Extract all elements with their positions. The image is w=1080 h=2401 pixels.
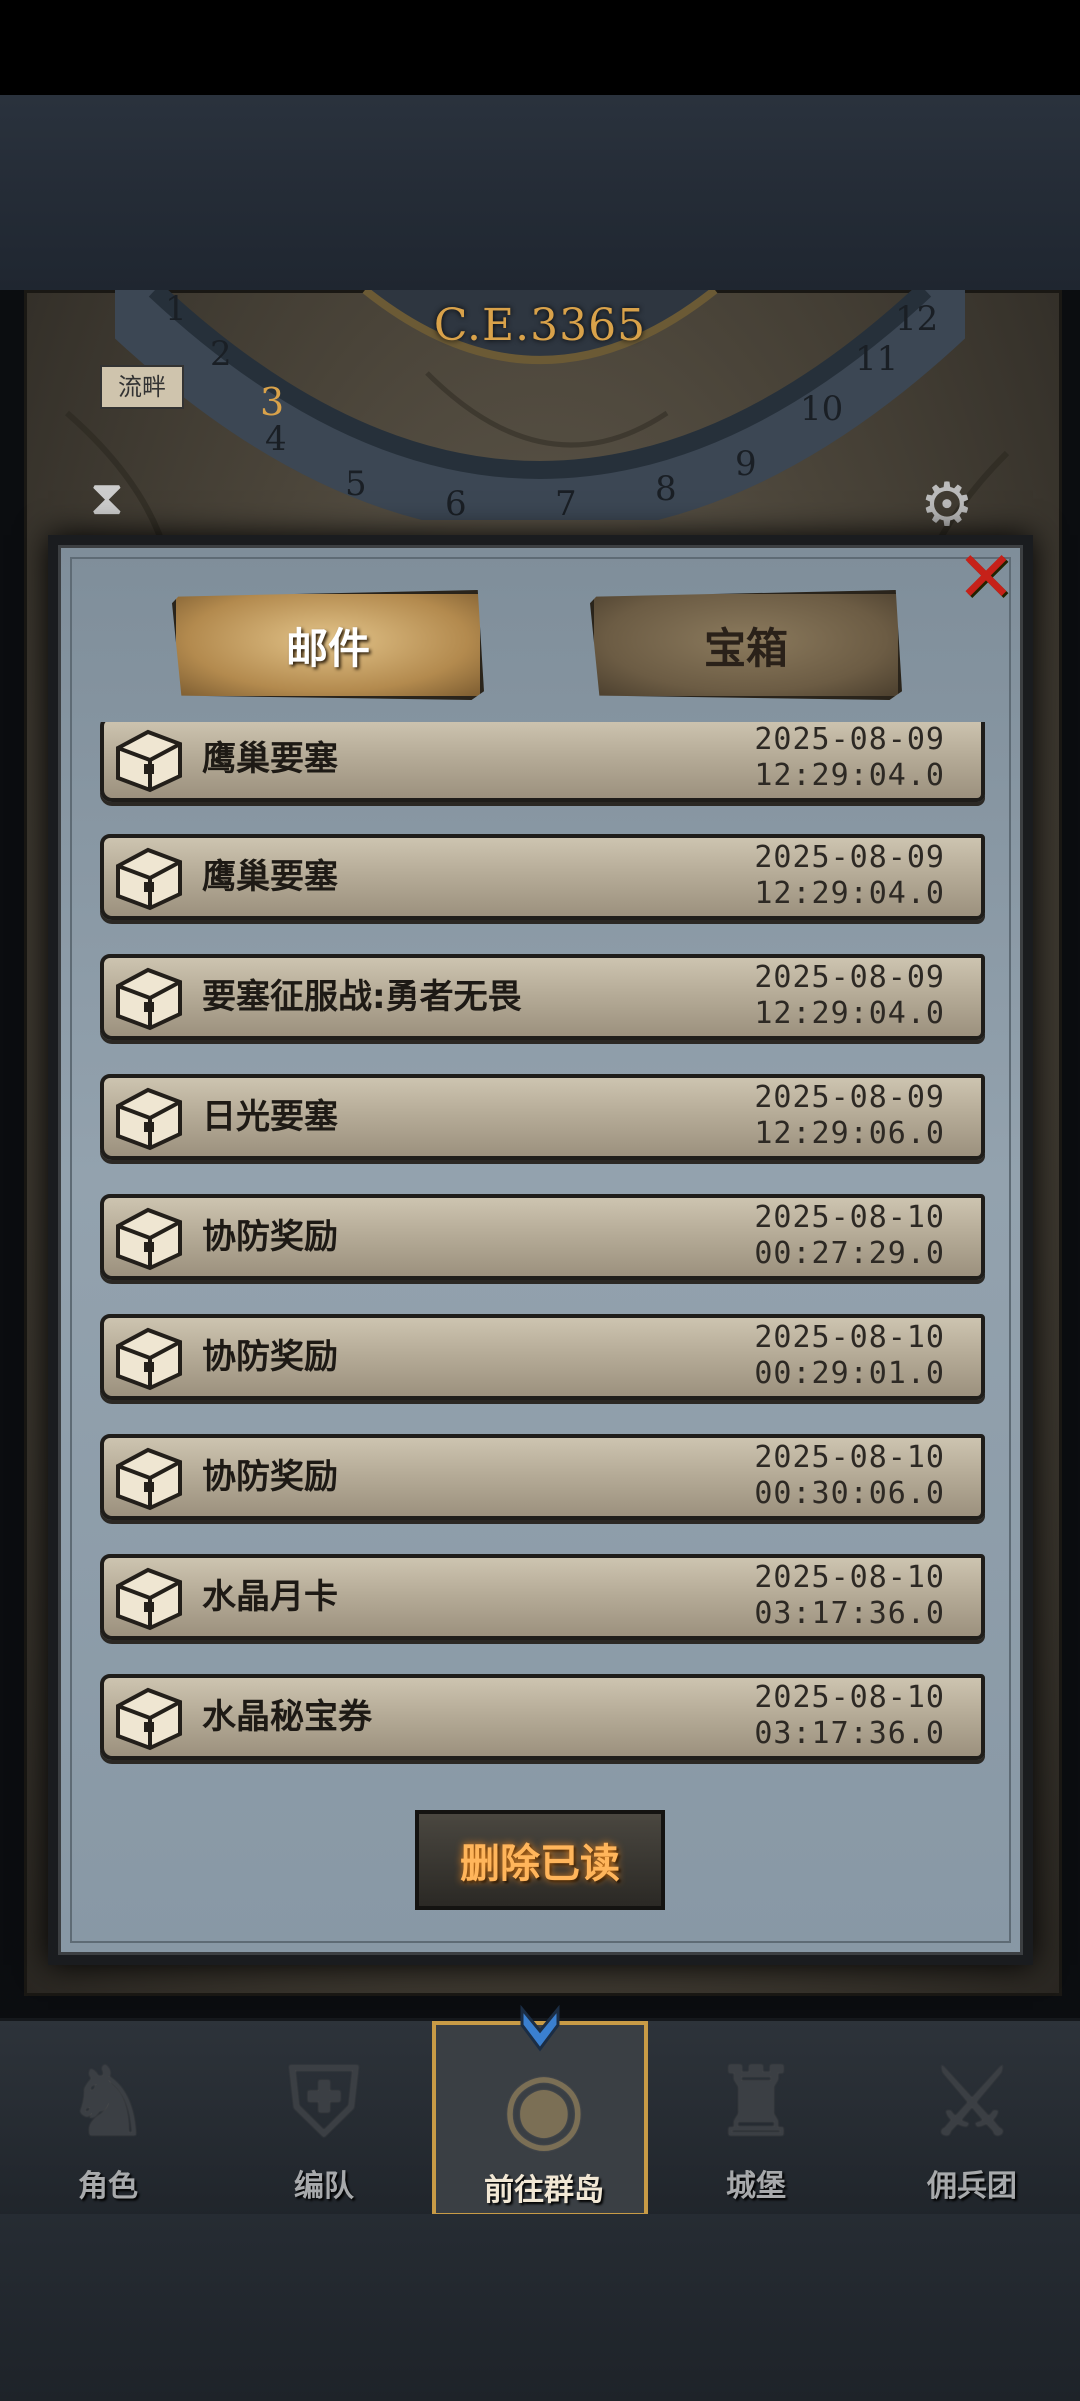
location-tag[interactable]: 流畔 xyxy=(100,365,184,409)
nav-item-character[interactable]: ♞ 角色 xyxy=(0,2021,216,2217)
settings-gear-icon[interactable]: ⚙ xyxy=(920,470,974,540)
treasure-chest-icon xyxy=(116,1687,182,1751)
svg-text:4: 4 xyxy=(265,419,287,459)
mail-row[interactable]: 鹰巢要塞 2025-08-09 12:29:04.0 xyxy=(100,834,985,920)
nav-item-mercenary[interactable]: ⚔ 佣兵团 xyxy=(864,2021,1080,2217)
mail-date: 2025-08-10 xyxy=(754,1680,945,1715)
mail-title: 要塞征服战:勇者无畏 xyxy=(202,977,522,1017)
bottom-backdrop xyxy=(0,2214,1080,2401)
treasure-chest-icon xyxy=(116,847,182,911)
svg-text:8: 8 xyxy=(655,469,677,509)
treasure-chest-icon xyxy=(116,1567,182,1631)
svg-text:9: 9 xyxy=(735,444,757,484)
treasure-chest-icon xyxy=(116,1447,182,1511)
mail-title: 协防奖励 xyxy=(202,1457,338,1497)
treasure-chest-icon xyxy=(116,1207,182,1271)
mail-row[interactable]: 协防奖励 2025-08-10 00:27:29.0 xyxy=(100,1194,985,1280)
mail-time: 00:29:01.0 xyxy=(754,1356,945,1391)
mail-date: 2025-08-09 xyxy=(754,840,945,875)
nav-label: 前往群岛 xyxy=(484,2173,604,2208)
chevron-down-icon xyxy=(520,2005,560,2052)
mail-date: 2025-08-10 xyxy=(754,1560,945,1595)
mail-date: 2025-08-10 xyxy=(754,1320,945,1355)
svg-text:3: 3 xyxy=(260,380,284,424)
mail-row[interactable]: 协防奖励 2025-08-10 00:29:01.0 xyxy=(100,1314,985,1400)
mail-date: 2025-08-09 xyxy=(754,1080,945,1115)
treasure-chest-icon xyxy=(116,1327,182,1391)
mail-date: 2025-08-09 xyxy=(754,722,945,757)
tab-chest[interactable]: 宝箱 xyxy=(590,590,902,700)
mercenary-icon: ⚔ xyxy=(928,2046,1016,2158)
top-backdrop xyxy=(0,95,1080,290)
nav-label: 编队 xyxy=(294,2169,354,2204)
nav-label: 角色 xyxy=(78,2169,138,2204)
mail-time: 00:27:29.0 xyxy=(754,1236,945,1271)
mail-date: 2025-08-10 xyxy=(754,1200,945,1235)
delete-read-button[interactable]: 删除已读 xyxy=(415,1810,665,1910)
nav-label: 城堡 xyxy=(726,2169,786,2204)
mail-title: 协防奖励 xyxy=(202,1337,338,1377)
mail-title: 协防奖励 xyxy=(202,1217,338,1257)
mail-row[interactable]: 鹰巢要塞 2025-08-09 12:29:04.0 xyxy=(100,722,985,802)
svg-text:5: 5 xyxy=(345,464,367,504)
close-icon[interactable]: ✕ xyxy=(952,542,1020,613)
mail-row[interactable]: 要塞征服战:勇者无畏 2025-08-09 12:29:04.0 xyxy=(100,954,985,1040)
mail-time: 12:29:04.0 xyxy=(754,758,945,793)
status-bar xyxy=(0,0,1080,95)
castle-icon: ♜ xyxy=(712,2046,800,2158)
svg-text:6: 6 xyxy=(445,484,467,520)
globe-icon: ◉ xyxy=(502,2050,586,2162)
treasure-chest-icon xyxy=(116,1087,182,1151)
mail-date: 2025-08-10 xyxy=(754,1440,945,1475)
svg-text:10: 10 xyxy=(800,389,843,429)
svg-text:7: 7 xyxy=(555,484,577,520)
mail-row[interactable]: 日光要塞 2025-08-09 12:29:06.0 xyxy=(100,1074,985,1160)
nav-item-castle[interactable]: ♜ 城堡 xyxy=(648,2021,864,2217)
hourglass-icon[interactable]: ⧗ xyxy=(90,470,124,527)
mail-time: 12:29:04.0 xyxy=(754,876,945,911)
mail-list[interactable]: 鹰巢要塞 2025-08-09 12:29:04.0 鹰巢要塞 2025-08-… xyxy=(100,722,985,1772)
mail-row[interactable]: 水晶月卡 2025-08-10 03:17:36.0 xyxy=(100,1554,985,1640)
mail-row[interactable]: 水晶秘宝券 2025-08-10 03:17:36.0 xyxy=(100,1674,985,1760)
mail-time: 12:29:06.0 xyxy=(754,1116,945,1151)
helmet-icon: ⛨ xyxy=(288,2046,360,2158)
nav-label: 佣兵团 xyxy=(927,2169,1017,2204)
mail-time: 12:29:04.0 xyxy=(754,996,945,1031)
mail-date: 2025-08-09 xyxy=(754,960,945,995)
mail-title: 日光要塞 xyxy=(202,1097,338,1137)
mail-time: 03:17:36.0 xyxy=(754,1716,945,1751)
nav-item-formation[interactable]: ⛨ 编队 xyxy=(216,2021,432,2217)
mail-title: 水晶秘宝券 xyxy=(202,1697,372,1737)
knight-icon: ♞ xyxy=(64,2046,152,2158)
mail-time: 00:30:06.0 xyxy=(754,1476,945,1511)
treasure-chest-icon xyxy=(116,729,182,793)
mail-time: 03:17:36.0 xyxy=(754,1596,945,1631)
tab-mail[interactable]: 邮件 xyxy=(172,590,484,700)
mail-title: 鹰巢要塞 xyxy=(202,739,338,779)
era-year-label: C.E.3365 xyxy=(433,300,647,351)
mail-title: 水晶月卡 xyxy=(202,1577,338,1617)
mail-row[interactable]: 协防奖励 2025-08-10 00:30:06.0 xyxy=(100,1434,985,1520)
mail-title: 鹰巢要塞 xyxy=(202,857,338,897)
treasure-chest-icon xyxy=(116,967,182,1031)
